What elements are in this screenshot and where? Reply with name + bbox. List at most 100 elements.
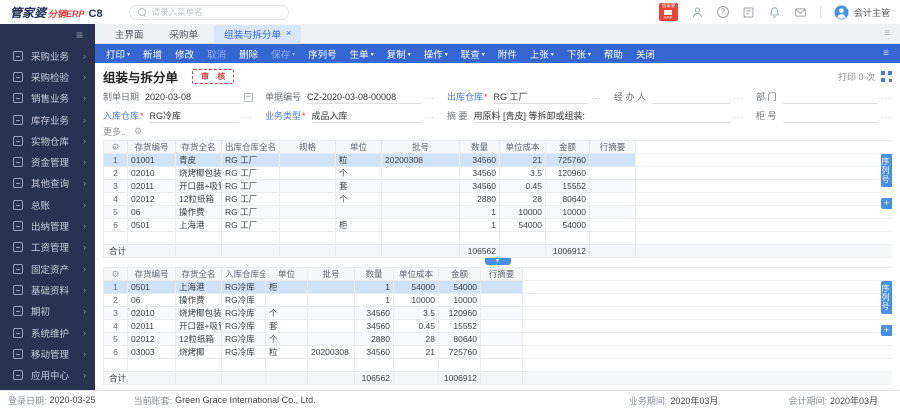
menu-search-input[interactable]: 请录入菜单名 xyxy=(128,4,289,20)
outbound-table-row[interactable]: 1 01001 青皮 RG 工厂 粒 20200308 34560 21 725760 xyxy=(103,153,892,167)
outbound-col-header-3[interactable]: 规格 xyxy=(279,140,336,154)
inbound-col-header-2[interactable]: 入库仓库全名 xyxy=(221,267,266,281)
toolbar-new-button[interactable]: 新增 xyxy=(143,47,162,61)
outbound-col-header-0[interactable]: 存货编号 xyxy=(127,140,176,154)
inbound-table-row[interactable]: 402011开口器+吸管RG冷库套 345600.4515552 xyxy=(103,319,892,333)
toolbar-delete-button[interactable]: 删除 xyxy=(239,47,258,61)
sidebar-item-physical-warehouse[interactable]: 实物仓库 › xyxy=(0,130,95,151)
sidebar-collapse-icon[interactable]: ≡ xyxy=(76,28,83,42)
sidebar-item-app-center[interactable]: 应用中心 › xyxy=(0,364,95,385)
out-warehouse-input[interactable]: RG 工厂 xyxy=(493,91,588,104)
outbound-col-header-5[interactable]: 批号 xyxy=(381,140,460,154)
toolbar-help-button[interactable]: 帮助 xyxy=(604,47,623,61)
inbound-serial-number-panel-tab[interactable]: 序列号 xyxy=(881,281,892,314)
sidebar-item-purchase-inspection[interactable]: 采购检验 › xyxy=(0,66,95,87)
outbound-panel-expand-button[interactable]: + xyxy=(881,198,892,209)
inbound-table-row[interactable]: 2 06 操作费 RG冷库 1 10000 10000 xyxy=(103,293,892,307)
splitter-collapse-button[interactable]: ▼ xyxy=(484,258,511,265)
outbound-table-row[interactable]: 202010烧烤椰包装袋RG 工厂 个 345603.5120960 xyxy=(103,166,892,180)
handler-input[interactable] xyxy=(652,91,730,104)
outbound-col-header-2[interactable]: 出库仓库全名 xyxy=(221,140,280,154)
doc-no-input[interactable]: CZ-2020-03-08-00008 xyxy=(307,91,421,104)
toolbar-print-button[interactable]: 打印 ▾ xyxy=(106,47,130,61)
inbound-col-header-7[interactable]: 金额 xyxy=(438,267,481,281)
inbound-table-row[interactable]: 302010烧烤椰包装袋RG冷库个 345603.5120960 xyxy=(103,306,892,320)
inbound-col-header-6[interactable]: 单位成本 xyxy=(393,267,439,281)
ellipsis-lookup-icon[interactable]: ··· xyxy=(733,113,744,123)
toolbar-operation-button[interactable]: 操作 ▾ xyxy=(424,47,448,61)
toolbar-more-icon[interactable]: ≡ xyxy=(883,48,889,59)
grid-settings-gear-icon[interactable]: ⚙ xyxy=(111,142,119,152)
outbound-serial-number-panel-tab[interactable]: 序列号 xyxy=(881,154,892,187)
tab-purchase-order[interactable]: 采购单 xyxy=(160,25,209,43)
cabinet-no-input[interactable] xyxy=(782,110,878,123)
ellipsis-lookup-icon[interactable]: ··· xyxy=(591,94,602,104)
inbound-col-header-3[interactable]: 单位 xyxy=(265,267,308,281)
inbound-panel-expand-button[interactable]: + xyxy=(881,325,892,336)
toolbar-modify-button[interactable]: 修改 xyxy=(175,47,194,61)
inbound-col-header-8[interactable]: 行摘要 xyxy=(480,267,523,281)
inbound-col-header-5[interactable]: 数量 xyxy=(354,267,394,281)
outbound-table-row[interactable]: 6 0501 上海港 RG 工厂柜 1 54000 54000 xyxy=(103,218,892,232)
sidebar-item-other-query[interactable]: 其他查询 › xyxy=(0,173,95,194)
mail-icon[interactable] xyxy=(794,6,807,19)
sidebar-item-cashier[interactable]: 出纳管理 › xyxy=(0,215,95,236)
toolbar-link-query-button[interactable]: 联查 ▾ xyxy=(461,47,485,61)
ellipsis-lookup-icon[interactable]: ··· xyxy=(424,113,435,123)
sidebar-item-mobile[interactable]: 移动管理 › xyxy=(0,343,95,364)
inbound-table-row[interactable]: 6 03003 烧烤椰 RG冷库粒 20200308 34560 21 725760 xyxy=(103,345,892,359)
toolbar-next-button[interactable]: 下张 ▾ xyxy=(567,47,591,61)
form-settings-gear-icon[interactable]: ⚙ xyxy=(134,126,142,137)
more-fields-link[interactable]: 更多.. xyxy=(103,125,126,138)
sidebar-item-funds[interactable]: 资金管理 › xyxy=(0,151,95,172)
notification-bell-icon[interactable] xyxy=(768,6,781,19)
inbound-table-row[interactable]: 1 0501 上海港 RG冷库柜 1 54000 54000 xyxy=(103,280,892,294)
biz-type-input[interactable]: 成品入库 xyxy=(311,110,421,123)
outbound-col-header-4[interactable]: 单位 xyxy=(335,140,382,154)
in-warehouse-input[interactable]: RG冷库 xyxy=(149,110,239,123)
tab-assembly-split[interactable]: 组装与拆分单 × xyxy=(214,24,302,43)
feedback-note-icon[interactable] xyxy=(742,6,755,19)
outbound-col-header-1[interactable]: 存货全名 xyxy=(175,140,222,154)
sidebar-item-general-ledger[interactable]: 总账 › xyxy=(0,194,95,215)
inbound-col-header-1[interactable]: 存货全名 xyxy=(175,267,222,281)
outbound-col-header-6[interactable]: 数量 xyxy=(459,140,500,154)
department-input[interactable] xyxy=(782,91,878,104)
sidebar-item-purchase[interactable]: 采购业务 › xyxy=(0,45,95,66)
ellipsis-lookup-icon[interactable]: ··· xyxy=(733,94,744,104)
doc-date-input[interactable]: 2020-03-08 xyxy=(145,91,241,104)
toolbar-generate-button[interactable]: 生单 ▾ xyxy=(350,47,374,61)
app-qr-badge[interactable]: 管家婆 APP xyxy=(658,3,678,21)
ellipsis-lookup-icon[interactable]: ··· xyxy=(881,94,892,104)
toolbar-prev-button[interactable]: 上张 ▾ xyxy=(530,47,554,61)
outbound-table-row[interactable]: 4 02012 12粒纸箱 RG 工厂 个 2880 28 80640 xyxy=(103,192,892,206)
support-agent-icon[interactable] xyxy=(691,6,704,19)
user-menu[interactable]: 会计主管 xyxy=(834,4,890,20)
grid-settings-gear-icon[interactable]: ⚙ xyxy=(111,269,119,279)
ellipsis-lookup-icon[interactable]: ··· xyxy=(881,113,892,123)
sidebar-item-payroll[interactable]: 工资管理 › xyxy=(0,237,95,258)
calendar-icon[interactable] xyxy=(244,93,253,102)
outbound-table-row[interactable]: 302011开口器+吸管RG 工厂 套 345600.4515552 xyxy=(103,179,892,193)
doc-qr-icon[interactable] xyxy=(881,71,892,82)
tab-list-icon[interactable]: ≡ xyxy=(884,28,900,39)
ellipsis-lookup-icon[interactable]: ··· xyxy=(424,94,435,104)
sidebar-item-inventory[interactable]: 库存业务 › xyxy=(0,109,95,130)
sidebar-item-sales[interactable]: 销售业务 › xyxy=(0,88,95,109)
outbound-col-header-7[interactable]: 单位成本 xyxy=(499,140,546,154)
inbound-col-header-0[interactable]: 存货编号 xyxy=(127,267,176,281)
tab-main[interactable]: 主界面 xyxy=(105,25,154,43)
ellipsis-lookup-icon[interactable]: ··· xyxy=(242,113,253,123)
outbound-col-header-9[interactable]: 行摘要 xyxy=(589,140,636,154)
sidebar-item-base-data[interactable]: 基础资料 › xyxy=(0,279,95,300)
sidebar-item-system-maintenance[interactable]: 系统维护 › xyxy=(0,322,95,343)
inbound-table-row[interactable]: 5 02012 12粒纸箱 RG冷库个 2880 28 80640 xyxy=(103,332,892,346)
toolbar-serial-no-button[interactable]: 序列号 xyxy=(308,47,337,61)
toolbar-close-button[interactable]: 关闭 xyxy=(636,47,655,61)
outbound-col-header-8[interactable]: 金额 xyxy=(545,140,590,154)
inbound-col-header-4[interactable]: 批号 xyxy=(307,267,355,281)
outbound-table-row[interactable]: 5 06 操作费 RG 工厂 1 10000 10000 xyxy=(103,205,892,219)
sidebar-item-initial[interactable]: 期初 › xyxy=(0,301,95,322)
toolbar-attachment-button[interactable]: 附件 xyxy=(498,47,517,61)
summary-input[interactable]: 用原料 [青皮] 等拆卸或组装: xyxy=(473,110,730,123)
